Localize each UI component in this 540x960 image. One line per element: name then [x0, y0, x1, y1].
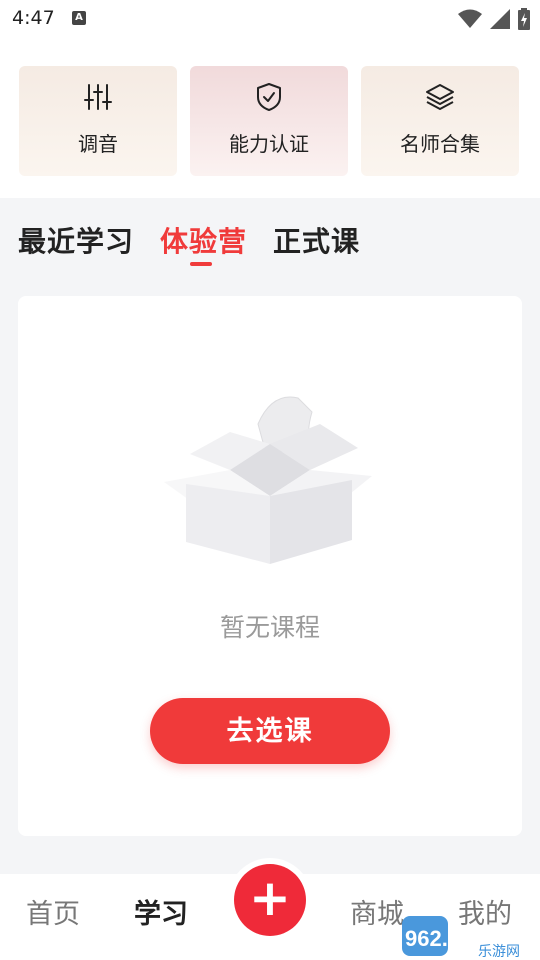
tab-formal-course[interactable]: 正式课	[273, 220, 360, 260]
status-bar: 4:47 A	[0, 0, 540, 38]
wifi-icon	[458, 9, 482, 28]
watermark-subtext: 乐游网	[478, 944, 520, 960]
shortcut-teacher-collection[interactable]: 名师合集	[361, 66, 519, 176]
nav-study[interactable]: 学习	[134, 892, 188, 931]
empty-box-icon	[164, 396, 372, 564]
notification-badge: A	[72, 11, 86, 25]
plus-icon[interactable]: +	[234, 864, 306, 936]
layers-icon	[426, 84, 454, 110]
shortcut-label: 名师合集	[400, 132, 480, 156]
status-time: 4:47	[12, 7, 55, 29]
shortcut-label: 调音	[78, 132, 118, 156]
nav-mall[interactable]: 商城	[350, 892, 404, 931]
shortcut-certification[interactable]: 能力认证	[190, 66, 348, 176]
study-section: 最近学习 体验营 正式课 暂无课程 去选课	[0, 198, 540, 874]
battery-charging-icon	[518, 8, 530, 30]
sliders-icon	[84, 84, 112, 110]
nav-home[interactable]: 首页	[26, 892, 80, 931]
shortcut-tuning[interactable]: 调音	[19, 66, 177, 176]
tab-recent[interactable]: 最近学习	[18, 220, 134, 260]
shortcut-bar: 调音 能力认证 名师合集	[0, 38, 540, 198]
choose-course-button[interactable]: 去选课	[150, 698, 390, 764]
watermark-logo: 962.NET 乐游网	[402, 916, 520, 960]
status-icons	[458, 8, 530, 30]
tab-bar: 最近学习 体验营 正式课	[18, 220, 360, 260]
shortcut-label: 能力认证	[229, 132, 309, 156]
tab-indicator	[190, 262, 212, 266]
empty-state-card: 暂无课程 去选课	[18, 296, 522, 836]
shield-check-icon	[257, 83, 281, 111]
tab-trial-camp[interactable]: 体验营	[160, 220, 247, 260]
empty-message: 暂无课程	[219, 613, 320, 642]
signal-icon	[490, 9, 510, 29]
